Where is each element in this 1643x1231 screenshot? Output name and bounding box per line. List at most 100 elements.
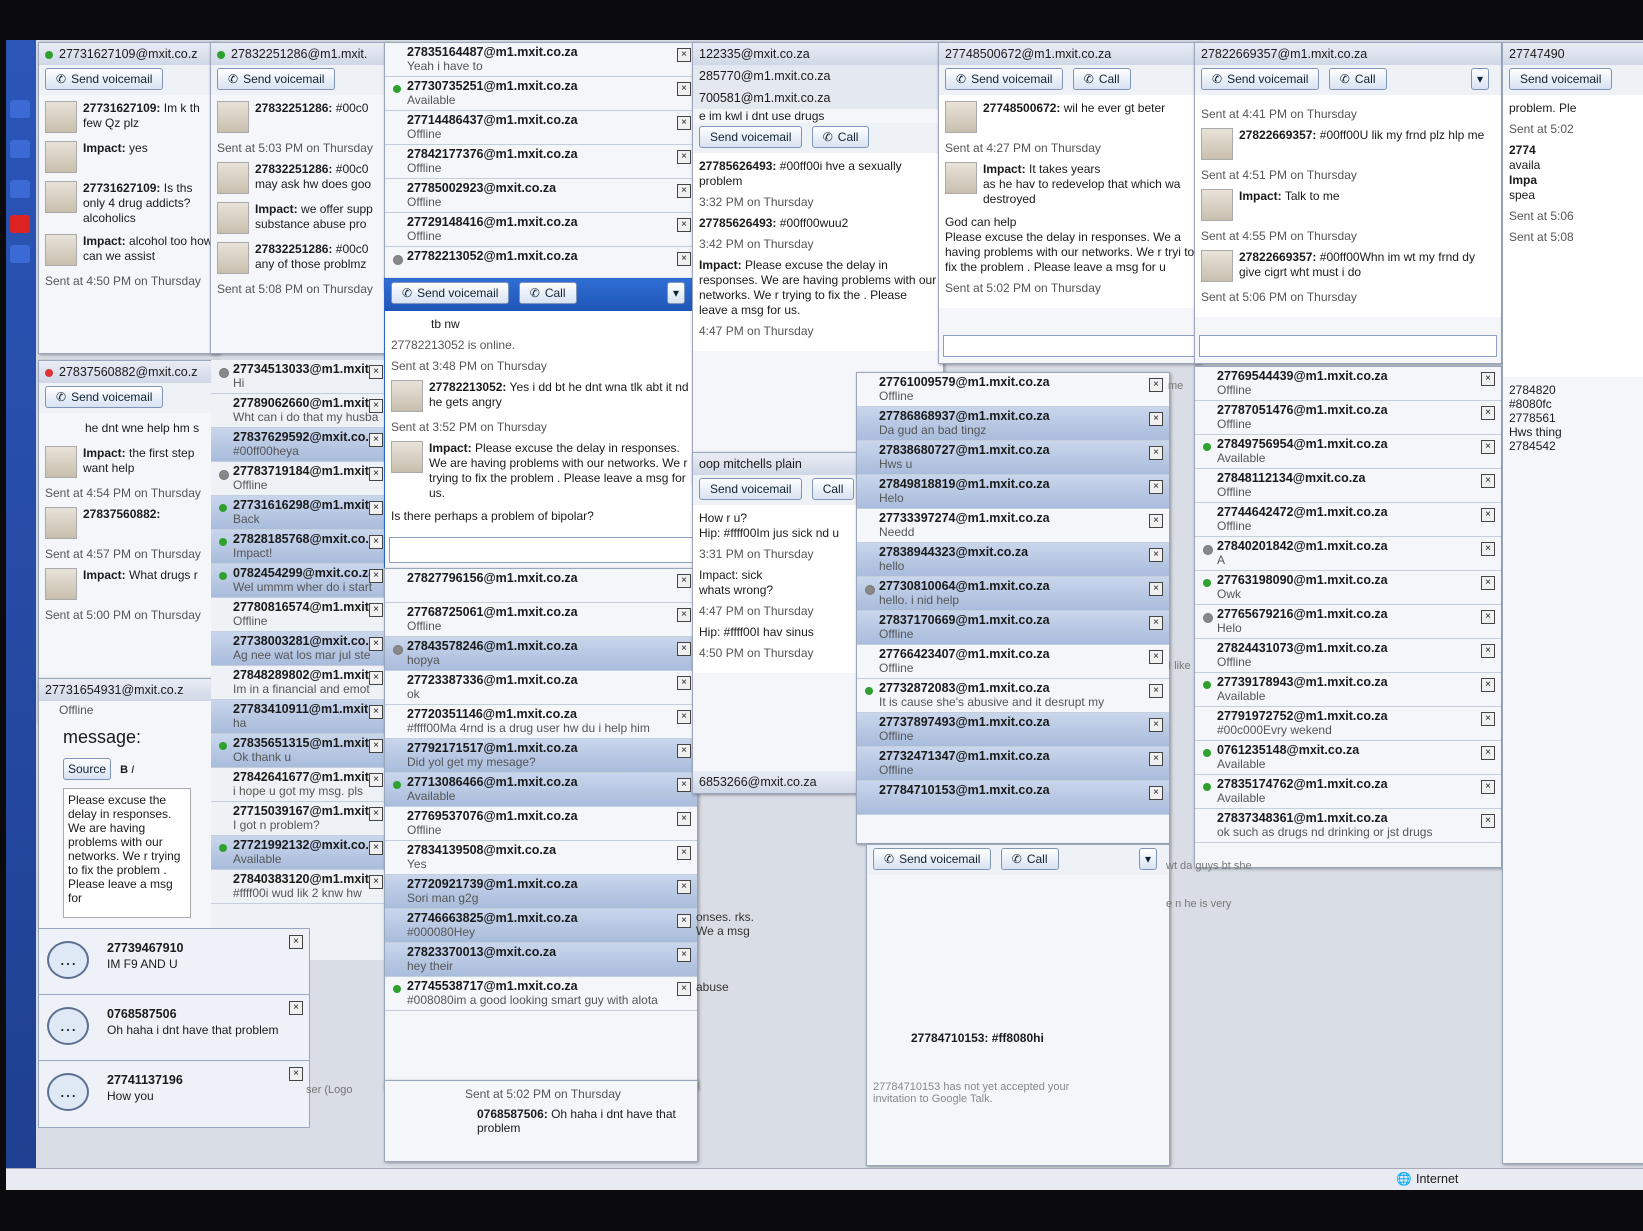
list-item[interactable]: 27766423407@m1.mxit.co.za Offline ×: [857, 645, 1169, 679]
list-item[interactable]: #8080fc: [1509, 397, 1638, 411]
close-icon[interactable]: ×: [677, 574, 691, 588]
close-icon[interactable]: ×: [677, 642, 691, 656]
chat-window-7[interactable]: 27748500672@m1.mxit.co.za ✆ Send voicemai…: [938, 42, 1202, 364]
close-icon[interactable]: ×: [369, 875, 383, 889]
list-item[interactable]: 27784710153@m1.mxit.co.za ×: [857, 781, 1169, 815]
close-icon[interactable]: ×: [369, 637, 383, 651]
list-item[interactable]: 2778561: [1509, 411, 1638, 425]
list-item[interactable]: 27783719184@m1.mxit.c Offline ×: [211, 462, 389, 496]
notification-toast[interactable]: … 0768587506 Oh haha i dnt have that probl…: [38, 994, 310, 1062]
list-item[interactable]: 27783410911@m1.mxit. ha ×: [211, 700, 389, 734]
list-item[interactable]: 27843578246@m1.mxit.co.za hopya ×: [385, 637, 697, 671]
close-icon[interactable]: ×: [677, 880, 691, 894]
list-item[interactable]: 27827796156@m1.mxit.co.za ×: [385, 569, 697, 603]
close-icon[interactable]: ×: [1481, 610, 1495, 624]
close-icon[interactable]: ×: [1481, 644, 1495, 658]
list-item[interactable]: 27837629592@mxit.co.z #00ff00heya ×: [211, 428, 389, 462]
send-voicemail-button[interactable]: Send voicemail: [699, 478, 803, 500]
list-item[interactable]: 27835174762@m1.mxit.co.za Available ×: [1195, 775, 1501, 809]
send-voicemail-button[interactable]: ✆ Send voicemail: [217, 68, 336, 90]
close-icon[interactable]: ×: [1481, 406, 1495, 420]
list-item[interactable]: 27789062660@m1.mxit.c Wht can i do that m…: [211, 394, 389, 428]
close-icon[interactable]: ×: [677, 778, 691, 792]
close-icon[interactable]: ×: [369, 603, 383, 617]
close-icon[interactable]: ×: [369, 773, 383, 787]
close-icon[interactable]: ×: [369, 467, 383, 481]
close-icon[interactable]: ×: [369, 739, 383, 753]
call-button[interactable]: ✆ Call: [811, 126, 870, 148]
notification-toast[interactable]: … 27739467910 IM F9 AND U ×: [38, 928, 310, 996]
send-voicemail-button[interactable]: Send voicemail: [699, 126, 803, 148]
close-icon[interactable]: ×: [677, 150, 691, 164]
list-item[interactable]: 27737897493@m1.mxit.co.za Offline ×: [857, 713, 1169, 747]
close-icon[interactable]: ×: [677, 184, 691, 198]
close-icon[interactable]: ×: [677, 676, 691, 690]
list-item[interactable]: 27787051476@m1.mxit.co.za Offline ×: [1195, 401, 1501, 435]
source-button[interactable]: Source: [63, 758, 112, 780]
chat-window-3[interactable]: 27837560882@mxit.co.z ✆ Send voicemail he…: [38, 360, 220, 722]
close-icon[interactable]: ×: [1481, 542, 1495, 556]
chat-input[interactable]: [389, 537, 693, 563]
close-icon[interactable]: ×: [289, 1001, 303, 1015]
close-icon[interactable]: ×: [1149, 480, 1163, 494]
close-icon[interactable]: ×: [677, 948, 691, 962]
send-voicemail-button[interactable]: ✆ Send voicemail: [1201, 68, 1320, 90]
list-item[interactable]: 27721992132@mxit.co.z Available ×: [211, 836, 389, 870]
list-item[interactable]: 27849818819@m1.mxit.co.za Helo ×: [857, 475, 1169, 509]
chat-window-6[interactable]: oop mitchells plain Send voicemail Call …: [692, 452, 864, 794]
list-item[interactable]: 27745538717@m1.mxit.co.za #008080im a goo…: [385, 977, 697, 1011]
list-item[interactable]: 27782213052@m1.mxit.co.za ×: [385, 247, 697, 281]
chat-window-bottom[interactable]: ✆ Send voicemail ✆ Call ▾ 27784710153: #ff…: [866, 844, 1170, 1166]
close-icon[interactable]: ×: [369, 501, 383, 515]
list-item[interactable]: 27840383120@m1.mxit. #ffff00i wud lik 2 k…: [211, 870, 389, 904]
taskbar-icon[interactable]: [10, 245, 30, 263]
chat-window-bottom-mid[interactable]: Sent at 5:02 PM on Thursday 0768587506: …: [384, 1080, 698, 1162]
list-item[interactable]: 27739178943@m1.mxit.co.za Available ×: [1195, 673, 1501, 707]
list-item[interactable]: 27786868937@m1.mxit.co.za Da gud an bad t…: [857, 407, 1169, 441]
close-icon[interactable]: ×: [1149, 684, 1163, 698]
list-item[interactable]: 27823370013@mxit.co.za hey their ×: [385, 943, 697, 977]
close-icon[interactable]: ×: [1481, 678, 1495, 692]
close-icon[interactable]: ×: [1481, 746, 1495, 760]
list-item[interactable]: 27734513033@m1.mxit.co.z Hi ×: [211, 360, 389, 394]
close-icon[interactable]: ×: [369, 569, 383, 583]
list-item[interactable]: Hws thing: [1509, 425, 1638, 439]
close-icon[interactable]: ×: [1149, 548, 1163, 562]
list-item[interactable]: 27720351146@m1.mxit.co.za #ffff00Ma 4rnd …: [385, 705, 697, 739]
list-item[interactable]: 27792171517@m1.mxit.co.za Did yol get my …: [385, 739, 697, 773]
close-icon[interactable]: ×: [369, 807, 383, 821]
list-item[interactable]: 27761009579@m1.mxit.co.za Offline ×: [857, 373, 1169, 407]
list-item[interactable]: 27732471347@m1.mxit.co.za Offline ×: [857, 747, 1169, 781]
list-item[interactable]: 27842177376@m1.mxit.co.za Offline ×: [385, 145, 697, 179]
chat-input[interactable]: [1199, 335, 1497, 357]
notification-toast[interactable]: … 27741137196 How you ×: [38, 1060, 310, 1128]
list-item[interactable]: 27732872083@m1.mxit.co.za It is cause she…: [857, 679, 1169, 713]
chevron-down-icon[interactable]: ▾: [1138, 848, 1157, 870]
call-button[interactable]: ✆ Call: [1072, 68, 1131, 90]
close-icon[interactable]: ×: [1481, 814, 1495, 828]
list-item[interactable]: 27848112134@mxit.co.za Offline ×: [1195, 469, 1501, 503]
list-item[interactable]: 27769544439@m1.mxit.co.za Offline ×: [1195, 367, 1501, 401]
list-item[interactable]: 27768725061@m1.mxit.co.za Offline ×: [385, 603, 697, 637]
list-item[interactable]: 27715039167@m1.mxit. I got n problem? ×: [211, 802, 389, 836]
close-icon[interactable]: ×: [677, 744, 691, 758]
list-item[interactable]: 27840201842@m1.mxit.co.za A ×: [1195, 537, 1501, 571]
list-item[interactable]: 27714486437@m1.mxit.co.za Offline ×: [385, 111, 697, 145]
close-icon[interactable]: ×: [1149, 412, 1163, 426]
close-icon[interactable]: ×: [1149, 616, 1163, 630]
taskbar-icon[interactable]: [10, 100, 30, 118]
list-item[interactable]: 27785002923@mxit.co.za Offline ×: [385, 179, 697, 213]
list-item[interactable]: 27730735251@m1.mxit.co.za Available ×: [385, 77, 697, 111]
taskbar-icon[interactable]: [10, 180, 30, 198]
close-icon[interactable]: ×: [369, 433, 383, 447]
send-voicemail-button[interactable]: ✆ Send voicemail: [873, 848, 992, 870]
close-icon[interactable]: ×: [677, 914, 691, 928]
list-item[interactable]: 2784542: [1509, 439, 1638, 453]
close-icon[interactable]: ×: [369, 705, 383, 719]
close-icon[interactable]: ×: [1149, 446, 1163, 460]
close-icon[interactable]: ×: [677, 710, 691, 724]
close-icon[interactable]: ×: [369, 365, 383, 379]
chat-input[interactable]: [943, 335, 1197, 357]
chat-window-2[interactable]: 27832251286@m1.mxit. ✆ Send voicemail 278…: [210, 42, 390, 354]
close-icon[interactable]: ×: [289, 935, 303, 949]
